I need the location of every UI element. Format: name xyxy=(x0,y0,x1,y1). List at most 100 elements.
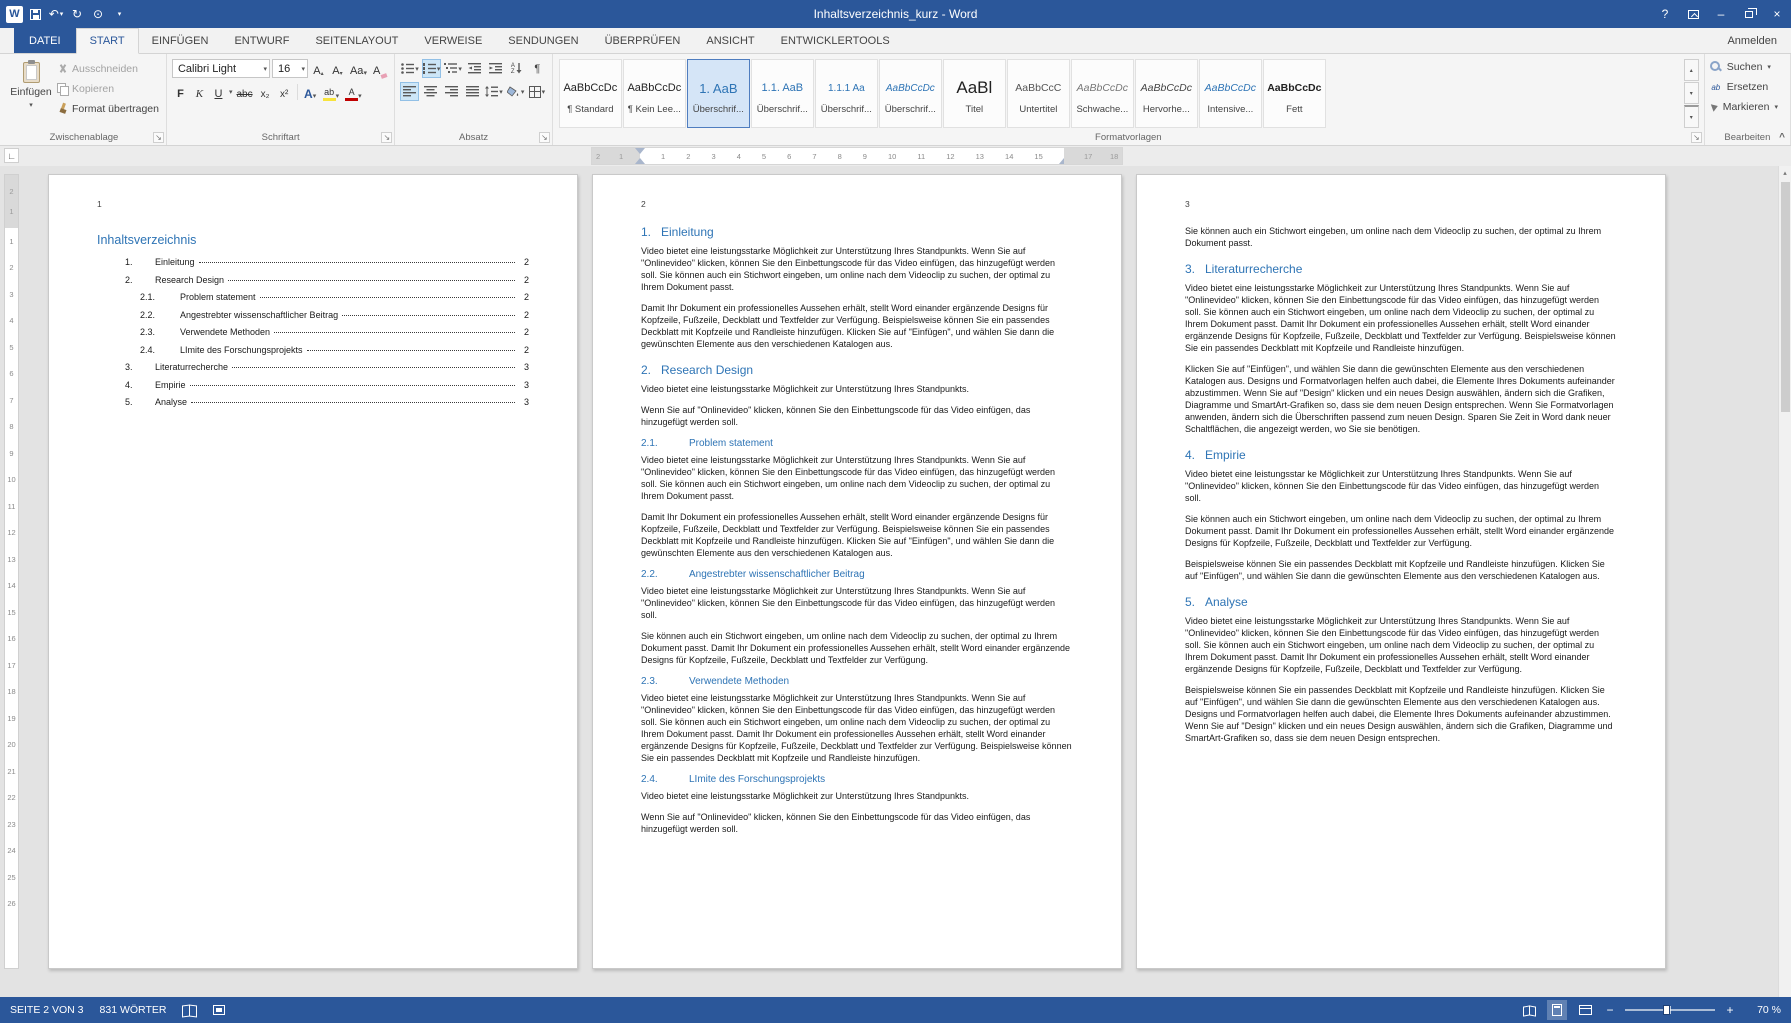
print-layout-button[interactable] xyxy=(1547,1000,1567,1020)
scrollbar-up-icon[interactable]: ▴ xyxy=(1779,166,1791,180)
doc-block[interactable]: Wenn Sie auf "Onlinevideo" klicken, könn… xyxy=(641,404,1073,428)
cut-button[interactable]: Ausschneiden xyxy=(57,61,159,77)
format-painter-button[interactable]: Format übertragen xyxy=(57,101,159,117)
ribbon-tab[interactable]: ÜBERPRÜFEN xyxy=(592,28,694,53)
read-mode-button[interactable] xyxy=(1519,1000,1539,1020)
doc-block[interactable]: 2. Research Design xyxy=(641,363,1073,377)
grow-font-button[interactable]: A▴ xyxy=(310,59,327,78)
page-1[interactable]: 1 Inhaltsverzeichnis 1. Einleitung 2 2. xyxy=(48,174,578,969)
doc-block[interactable]: Klicken Sie auf "Einfügen", und wählen S… xyxy=(1185,363,1617,435)
zoom-in-button[interactable]: + xyxy=(1723,1003,1737,1017)
underline-caret-icon[interactable]: ▾ xyxy=(229,88,233,96)
zoom-slider-thumb[interactable] xyxy=(1663,1005,1670,1015)
help-button[interactable]: ? xyxy=(1651,0,1679,28)
customize-qat-button[interactable]: ▾ xyxy=(110,4,128,24)
doc-block[interactable]: 1. Einleitung xyxy=(641,225,1073,239)
style-item[interactable]: AaBbCcDc Hervorhe... xyxy=(1135,59,1198,128)
doc-block[interactable]: Video bietet eine leistungsstar ke Mögli… xyxy=(1185,468,1617,504)
find-button[interactable]: Suchen▾ xyxy=(1710,57,1778,77)
ribbon-tab[interactable]: SENDUNGEN xyxy=(495,28,591,53)
subscript-button[interactable]: x₂ xyxy=(257,82,274,101)
doc-block[interactable]: Video bietet eine leistungsstarke Möglic… xyxy=(641,692,1073,764)
ribbon-tab[interactable]: SEITENLAYOUT xyxy=(302,28,411,53)
styles-more-button[interactable]: ▾ xyxy=(1684,105,1699,128)
doc-block[interactable]: 2.4. LImite des Forschungsprojekts xyxy=(641,774,1073,785)
numbering-button[interactable]: ▾ xyxy=(422,59,442,78)
zoom-level[interactable]: 70 % xyxy=(1745,1004,1781,1016)
page-indicator[interactable]: SEITE 2 VON 3 xyxy=(10,1004,84,1016)
style-item[interactable]: AaBbCcDc Intensive... xyxy=(1199,59,1262,128)
collapse-ribbon-button[interactable]: ^ xyxy=(1779,132,1785,143)
italic-button[interactable]: K xyxy=(191,82,208,101)
ribbon-tab[interactable]: EINFÜGEN xyxy=(139,28,222,53)
doc-block[interactable]: Video bietet eine leistungsstarke Möglic… xyxy=(1185,282,1617,354)
close-button[interactable]: × xyxy=(1763,0,1791,28)
sign-in-link[interactable]: Anmelden xyxy=(1727,35,1791,47)
doc-block[interactable]: 2.2. Angestrebter wissenschaftlicher Bei… xyxy=(641,569,1073,580)
toc-entry[interactable]: 4. Empirie 3 xyxy=(97,380,529,398)
styles-dialog-launcher[interactable]: ↘ xyxy=(1691,132,1702,143)
font-name-select[interactable]: Calibri Light▾ xyxy=(172,59,270,78)
word-count[interactable]: 831 WÖRTER xyxy=(100,1004,167,1016)
redo-button[interactable]: ↻ xyxy=(68,4,86,24)
doc-block[interactable]: 3. Literaturrecherche xyxy=(1185,262,1617,276)
proofing-status-icon[interactable] xyxy=(182,1005,197,1016)
doc-block[interactable]: Sie können auch ein Stichwort eingeben, … xyxy=(1185,225,1617,249)
minimize-button[interactable]: – xyxy=(1707,0,1735,28)
ribbon-tab[interactable]: START xyxy=(76,28,139,54)
clear-formatting-button[interactable]: A xyxy=(371,59,389,78)
superscript-button[interactable]: x² xyxy=(276,82,293,101)
style-item[interactable]: AaBbCcDc Schwache... xyxy=(1071,59,1134,128)
doc-block[interactable]: Video bietet eine leistungsstarke Möglic… xyxy=(641,790,1073,802)
doc-block[interactable]: 2.3. Verwendete Methoden xyxy=(641,676,1073,687)
bold-button[interactable]: F xyxy=(172,82,189,101)
doc-block[interactable]: Damit Ihr Dokument ein professionelles A… xyxy=(641,511,1073,559)
toc-entry[interactable]: 2.4. LImite des Forschungsprojekts 2 xyxy=(97,345,529,363)
styles-scroll-up-button[interactable]: ▴ xyxy=(1684,59,1699,81)
justify-button[interactable] xyxy=(463,82,482,101)
copy-button[interactable]: Kopieren xyxy=(57,81,159,97)
toc-title[interactable]: Inhaltsverzeichnis xyxy=(97,233,529,247)
doc-block[interactable]: Video bietet eine leistungsstarke Möglic… xyxy=(641,383,1073,395)
doc-block[interactable]: Video bietet eine leistungsstarke Möglic… xyxy=(1185,615,1617,675)
align-left-button[interactable] xyxy=(400,82,419,101)
style-item[interactable]: AaBbCcDc Überschrif... xyxy=(879,59,942,128)
vertical-scrollbar[interactable]: ▴ xyxy=(1778,166,1791,997)
doc-block[interactable]: 2.1. Problem statement xyxy=(641,438,1073,449)
ribbon-tab[interactable]: ENTWURF xyxy=(221,28,302,53)
doc-block[interactable]: Video bietet eine leistungsstarke Möglic… xyxy=(641,454,1073,502)
font-dialog-launcher[interactable]: ↘ xyxy=(381,132,392,143)
doc-block[interactable]: 5. Analyse xyxy=(1185,595,1617,609)
style-item[interactable]: AaBbCcDc ¶ Kein Lee... xyxy=(623,59,686,128)
toc-entry[interactable]: 1. Einleitung 2 xyxy=(97,257,529,275)
shrink-font-button[interactable]: A▾ xyxy=(329,59,346,78)
maximize-button[interactable] xyxy=(1735,0,1763,28)
style-item[interactable]: AaBl Titel xyxy=(943,59,1006,128)
left-indent-marker[interactable] xyxy=(635,158,645,164)
strikethrough-button[interactable]: abc xyxy=(234,82,254,101)
line-spacing-button[interactable]: ▾ xyxy=(484,82,504,101)
style-item[interactable]: 1.1. AaB Überschrif... xyxy=(751,59,814,128)
font-color-button[interactable]: A▾ xyxy=(343,82,364,101)
zoom-slider[interactable] xyxy=(1625,1009,1715,1011)
page-2[interactable]: 2 1. Einleitung Video bietet eine leistu… xyxy=(592,174,1122,969)
bullets-button[interactable]: ▾ xyxy=(400,59,420,78)
show-paragraph-marks-button[interactable]: ¶ xyxy=(528,59,547,78)
shading-button[interactable]: ▾ xyxy=(506,82,526,101)
page-3[interactable]: 3 Sie können auch ein Stichwort eingeben… xyxy=(1136,174,1666,969)
doc-block[interactable]: Beispielsweise können Sie ein passendes … xyxy=(1185,684,1617,744)
tab-selector[interactable]: ∟ xyxy=(4,148,19,163)
doc-block[interactable]: 4. Empirie xyxy=(1185,448,1617,462)
doc-block[interactable]: Video bietet eine leistungsstarke Möglic… xyxy=(641,585,1073,621)
clipboard-dialog-launcher[interactable]: ↘ xyxy=(153,132,164,143)
scrollbar-thumb[interactable] xyxy=(1781,182,1790,412)
doc-block[interactable]: Sie können auch ein Stichwort eingeben, … xyxy=(1185,513,1617,549)
style-item[interactable]: AaBbCcDc ¶ Standard xyxy=(559,59,622,128)
font-size-select[interactable]: 16▾ xyxy=(272,59,308,78)
toc-entry[interactable]: 2.2. Angestrebter wissenschaftlicher Bei… xyxy=(97,310,529,328)
ribbon-tab[interactable]: ENTWICKLERTOOLS xyxy=(768,28,903,53)
tab-file[interactable]: DATEI xyxy=(14,28,76,53)
style-item[interactable]: 1. AaB Überschrif... xyxy=(687,59,750,128)
underline-button[interactable]: U xyxy=(210,82,227,101)
doc-block[interactable]: Beispielsweise können Sie ein passendes … xyxy=(1185,558,1617,582)
